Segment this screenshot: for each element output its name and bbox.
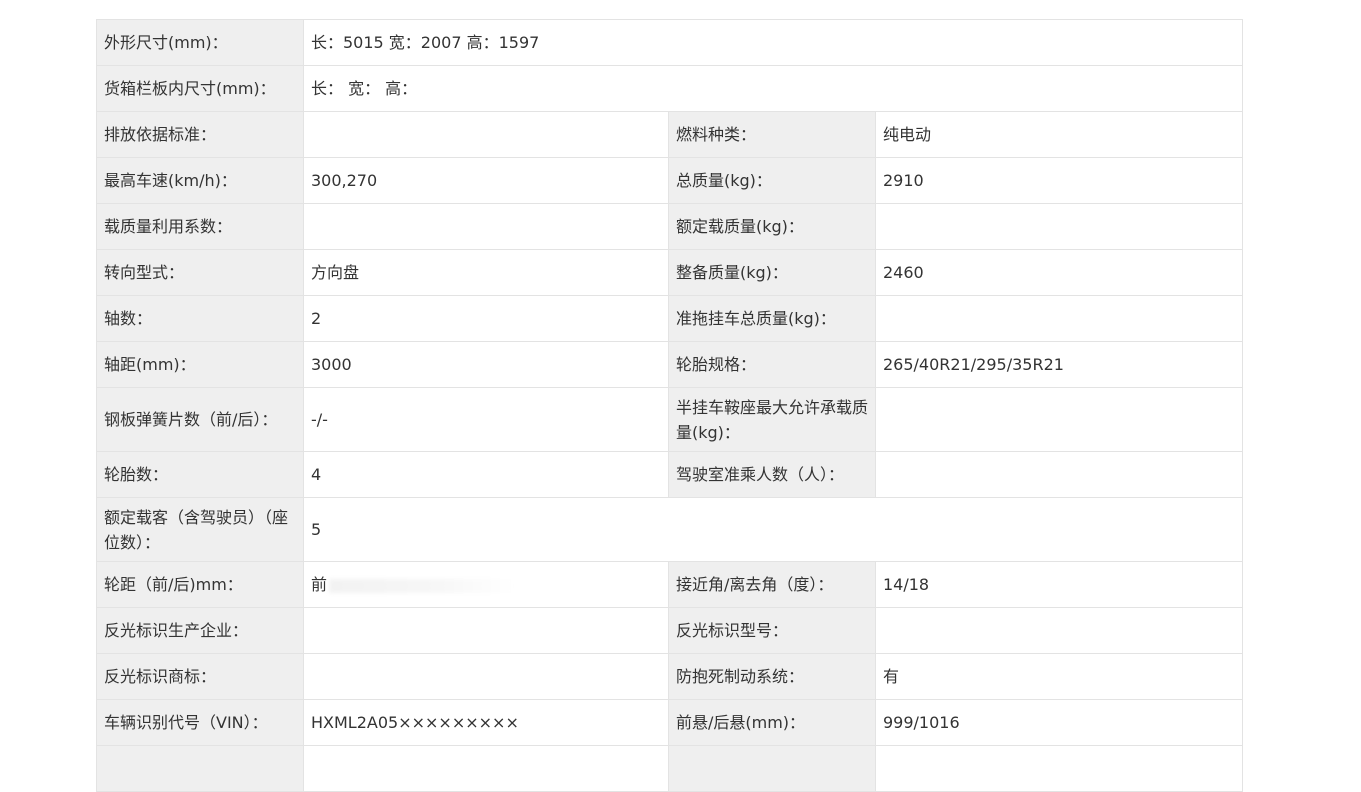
spec-value <box>874 745 1244 792</box>
spec-value: 999/1016 <box>874 699 1244 746</box>
spec-label: 防抱死制动系统： <box>668 653 876 700</box>
spec-value: 2910 <box>874 157 1244 204</box>
vehicle-spec-table: 外形尺寸(mm)： 长：5015 宽：2007 高：1597 货箱栏板内尺寸(m… <box>96 19 1244 792</box>
spec-value: 2460 <box>874 249 1244 296</box>
spec-value: 4 <box>303 451 669 498</box>
spec-value: 长：5015 宽：2007 高：1597 <box>302 19 1244 66</box>
table-row: 外形尺寸(mm)： 长：5015 宽：2007 高：1597 <box>96 19 1244 66</box>
table-row: 车辆识别代号（VIN）： HXML2A05××××××××× 前悬/后悬(mm)… <box>96 699 1244 746</box>
spec-label: 外形尺寸(mm)： <box>96 19 304 66</box>
vehicle-spec-panel: 外形尺寸(mm)： 长：5015 宽：2007 高：1597 货箱栏板内尺寸(m… <box>96 19 1244 792</box>
table-row: 最高车速(km/h)： 300,270 总质量(kg)： 2910 <box>96 157 1244 204</box>
spec-label: 排放依据标准： <box>96 111 304 158</box>
table-row: 反光标识生产企业： 反光标识型号： <box>96 607 1244 654</box>
spec-label: 最高车速(km/h)： <box>96 157 304 204</box>
spec-value: -/- <box>303 387 669 452</box>
spec-value-redacted: 前 <box>303 561 669 608</box>
table-row: 额定载客（含驾驶员）（座位数）： 5 <box>96 497 1244 562</box>
table-row: 轮胎数： 4 驾驶室准乘人数（人）： <box>96 451 1244 498</box>
spec-value <box>303 745 669 792</box>
spec-value <box>303 111 669 158</box>
spec-value <box>874 295 1244 342</box>
spec-value: 前 <box>311 575 328 594</box>
spec-value <box>874 607 1244 654</box>
spec-label: 钢板弹簧片数（前/后）： <box>96 387 304 452</box>
spec-label: 前悬/后悬(mm)： <box>668 699 876 746</box>
table-row <box>96 745 1244 792</box>
spec-value: 有 <box>874 653 1244 700</box>
spec-label: 燃料种类： <box>668 111 876 158</box>
spec-label: 轮距（前/后)mm： <box>96 561 304 608</box>
spec-value <box>874 203 1244 250</box>
spec-label: 驾驶室准乘人数（人）： <box>668 451 876 498</box>
spec-value: 14/18 <box>874 561 1244 608</box>
spec-value <box>303 653 669 700</box>
table-row: 轴数： 2 准拖挂车总质量(kg)： <box>96 295 1244 342</box>
table-row: 排放依据标准： 燃料种类： 纯电动 <box>96 111 1244 158</box>
table-row: 轮距（前/后)mm： 前 接近角/离去角（度）： 14/18 <box>96 561 1244 608</box>
table-row: 反光标识商标： 防抱死制动系统： 有 <box>96 653 1244 700</box>
spec-label: 反光标识商标： <box>96 653 304 700</box>
spec-label: 车辆识别代号（VIN）： <box>96 699 304 746</box>
table-row: 货箱栏板内尺寸(mm)： 长： 宽： 高： <box>96 65 1244 112</box>
spec-value: 265/40R21/295/35R21 <box>874 341 1244 388</box>
spec-label: 反光标识生产企业： <box>96 607 304 654</box>
spec-value: HXML2A05××××××××× <box>303 699 669 746</box>
spec-value <box>303 607 669 654</box>
spec-value: 300,270 <box>303 157 669 204</box>
spec-label: 额定载客（含驾驶员）（座位数）： <box>96 497 304 562</box>
spec-label: 总质量(kg)： <box>668 157 876 204</box>
table-row: 轴距(mm)： 3000 轮胎规格： 265/40R21/295/35R21 <box>96 341 1244 388</box>
table-row: 钢板弹簧片数（前/后）： -/- 半挂车鞍座最大允许承载质量(kg)： <box>96 387 1244 452</box>
spec-label <box>668 745 876 792</box>
spec-value: 纯电动 <box>874 111 1244 158</box>
table-row: 转向型式： 方向盘 整备质量(kg)： 2460 <box>96 249 1244 296</box>
spec-label: 准拖挂车总质量(kg)： <box>668 295 876 342</box>
spec-label: 轴距(mm)： <box>96 341 304 388</box>
spec-label <box>96 745 304 792</box>
spec-value <box>874 451 1244 498</box>
spec-value: 3000 <box>303 341 669 388</box>
spec-label: 额定载质量(kg)： <box>668 203 876 250</box>
spec-value: 方向盘 <box>303 249 669 296</box>
spec-label: 载质量利用系数： <box>96 203 304 250</box>
spec-label: 接近角/离去角（度）： <box>668 561 876 608</box>
spec-label: 轴数： <box>96 295 304 342</box>
spec-label: 整备质量(kg)： <box>668 249 876 296</box>
spec-label: 货箱栏板内尺寸(mm)： <box>96 65 304 112</box>
spec-value: 长： 宽： 高： <box>302 65 1244 112</box>
spec-label: 半挂车鞍座最大允许承载质量(kg)： <box>668 387 876 452</box>
spec-value: 2 <box>303 295 669 342</box>
spec-label: 轮胎数： <box>96 451 304 498</box>
spec-label: 反光标识型号： <box>668 607 876 654</box>
spec-label: 轮胎规格： <box>668 341 876 388</box>
spec-value: 5 <box>302 497 1244 562</box>
table-row: 载质量利用系数： 额定载质量(kg)： <box>96 203 1244 250</box>
spec-value <box>874 387 1244 452</box>
redacted-blur <box>329 578 515 593</box>
spec-value <box>303 203 669 250</box>
spec-label: 转向型式： <box>96 249 304 296</box>
